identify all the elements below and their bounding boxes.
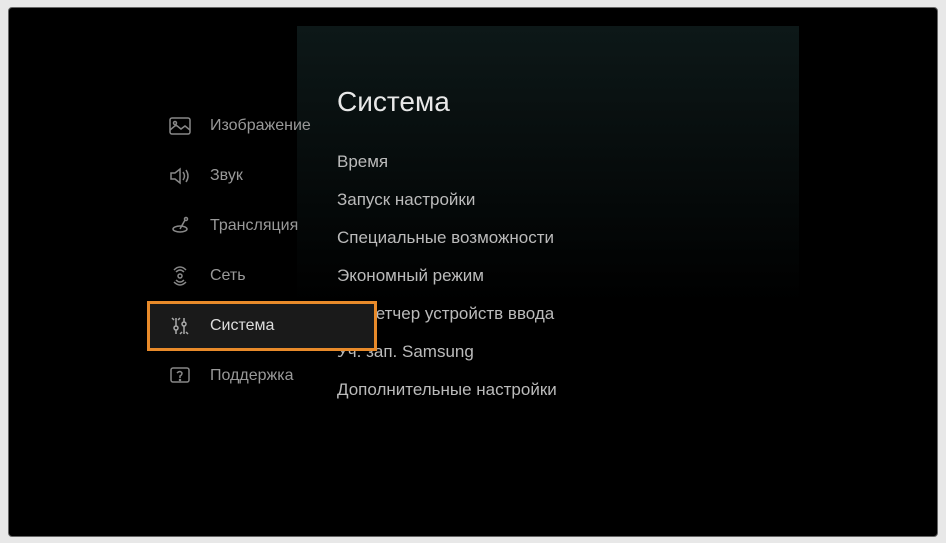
- sidebar-item-label: Изображение: [210, 117, 311, 135]
- picture-icon: [168, 114, 192, 138]
- system-icon: [168, 314, 192, 338]
- sidebar-item-network[interactable]: Сеть: [150, 251, 287, 301]
- sidebar-item-label: Звук: [210, 167, 243, 185]
- content-item-advanced[interactable]: Дополнительные настройки: [337, 371, 799, 409]
- content-item-accessibility[interactable]: Специальные возможности: [337, 219, 799, 257]
- tv-frame: Изображение Звук Трансляция Сеть: [8, 7, 938, 537]
- support-icon: [168, 364, 192, 388]
- sidebar-item-system[interactable]: Система: [147, 301, 377, 351]
- settings-sidebar: Изображение Звук Трансляция Сеть: [27, 26, 287, 518]
- content-item-samsung-account[interactable]: Уч. зап. Samsung: [337, 333, 799, 371]
- network-icon: [168, 264, 192, 288]
- settings-screen: Изображение Звук Трансляция Сеть: [27, 26, 919, 518]
- sidebar-item-label: Поддержка: [210, 367, 293, 385]
- sidebar-item-sound[interactable]: Звук: [150, 151, 287, 201]
- sidebar-item-label: Система: [210, 317, 274, 335]
- content-item-time[interactable]: Время: [337, 143, 799, 181]
- sidebar-item-label: Трансляция: [210, 217, 298, 235]
- sidebar-item-support[interactable]: Поддержка: [150, 351, 287, 401]
- broadcast-icon: [168, 214, 192, 238]
- sidebar-item-broadcast[interactable]: Трансляция: [150, 201, 287, 251]
- content-item-setup[interactable]: Запуск настройки: [337, 181, 799, 219]
- sound-icon: [168, 164, 192, 188]
- settings-content: Система Время Запуск настройки Специальн…: [297, 26, 799, 488]
- sidebar-item-picture[interactable]: Изображение: [150, 101, 287, 151]
- content-title: Система: [337, 86, 799, 118]
- content-item-device-manager[interactable]: Диспетчер устройств ввода: [337, 295, 799, 333]
- content-item-eco[interactable]: Экономный режим: [337, 257, 799, 295]
- sidebar-item-label: Сеть: [210, 267, 246, 285]
